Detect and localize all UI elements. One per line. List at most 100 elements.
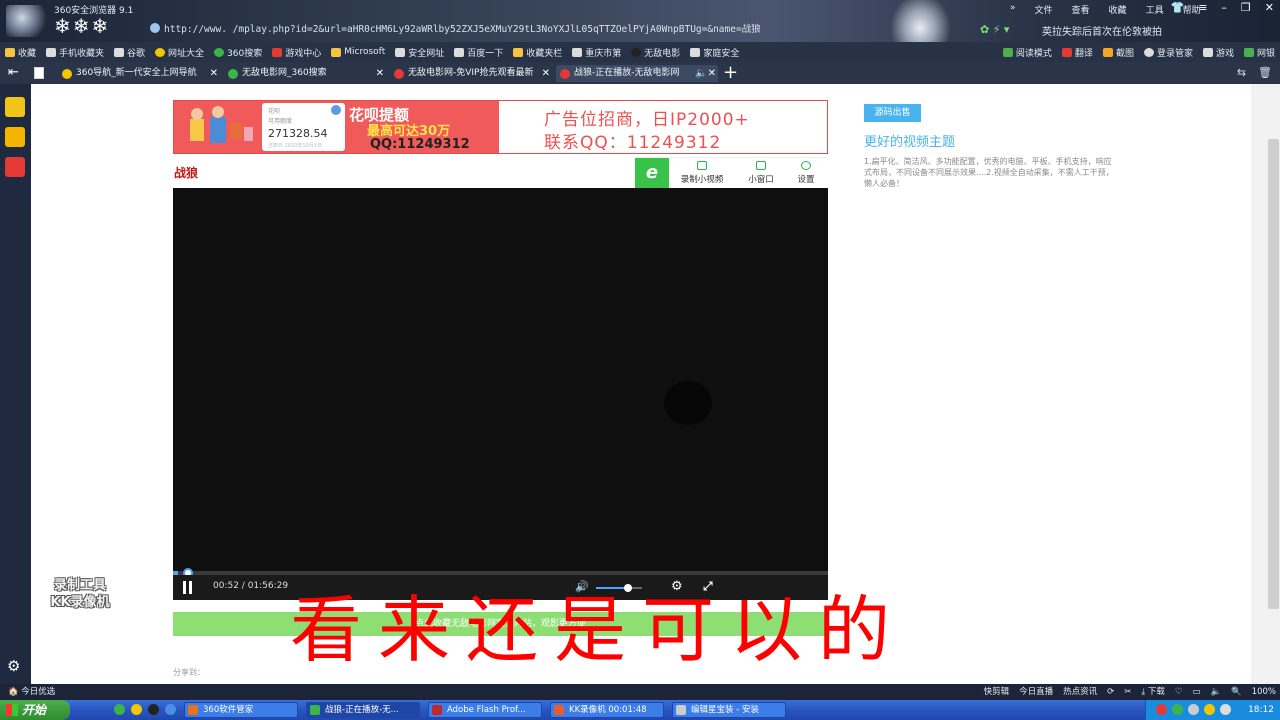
address-bar[interactable]: http://www. /mplay.php?id=2&url=aHR0cHM6… — [150, 22, 870, 38]
refresh-icon[interactable]: ⟳ — [1107, 684, 1114, 700]
screenshot-button[interactable]: 截图 — [1098, 46, 1139, 59]
translate-button[interactable]: 翻译 — [1057, 46, 1098, 59]
side-title[interactable]: 更好的视频主题 — [864, 131, 955, 150]
game-icon — [272, 47, 283, 57]
bookmark-movie[interactable]: 无敌电影 — [626, 46, 685, 59]
quick-edit-button[interactable]: 快剪辑 — [984, 684, 1010, 700]
tray-icon[interactable] — [1188, 704, 1199, 715]
pause-icon[interactable] — [182, 581, 194, 594]
mail-at-icon[interactable] — [5, 157, 25, 177]
page-icon — [572, 47, 583, 57]
menu-favorites[interactable]: 收藏 — [1109, 3, 1127, 16]
window-icon[interactable]: ▭ — [1192, 684, 1200, 700]
player-settings-button[interactable]: 设置 — [790, 161, 822, 185]
tab-zhanlang-playing[interactable]: 战狼-正在播放-无敌电影网 🔈✕ — [556, 65, 718, 82]
quicklaunch-360-icon[interactable] — [114, 704, 125, 715]
tray-icon[interactable] — [1156, 704, 1167, 715]
status-tools: 快剪辑 今日直播 热点资讯 ⟳ ✂ ⤓ 下载 ♡ ▭ 🔈 🔍 100% — [984, 684, 1276, 700]
quicklaunch-qq-icon[interactable] — [148, 704, 159, 715]
menu-file[interactable]: 文件 — [1035, 3, 1053, 16]
movie-site-icon — [560, 69, 570, 79]
today-picks[interactable]: 🏠 今日优选 — [8, 684, 55, 700]
task-browser[interactable]: 战狼-正在播放-无... — [306, 702, 420, 718]
zoom-level[interactable]: 100% — [1252, 684, 1276, 700]
scrollbar-thumb[interactable] — [1268, 139, 1279, 609]
tab-audio-close-icon[interactable]: 🔈✕ — [695, 65, 716, 82]
tab-label: 360导航_新一代安全上网导航 — [76, 68, 197, 78]
news-ticker[interactable]: 英拉失踪后首次在伦敦被拍 — [1042, 23, 1162, 38]
bookmark-favbar[interactable]: 收藏夹栏 — [508, 46, 567, 59]
bookmark-hao[interactable]: 网址大全 — [150, 46, 209, 59]
close-icon[interactable]: ✕ — [1265, 1, 1274, 14]
hot-news-button[interactable]: 热点资讯 — [1063, 684, 1097, 700]
download-button[interactable]: ⤓ 下载 — [1141, 684, 1164, 700]
maximize-icon[interactable]: ❐ — [1241, 1, 1251, 14]
mini-window-button[interactable]: 小窗口 — [739, 161, 783, 185]
list-icon[interactable]: ≡ — [1198, 1, 1207, 14]
reading-mode-button[interactable]: 阅读模式 — [998, 46, 1057, 59]
bookmark-games[interactable]: 游戏中心 — [267, 46, 326, 59]
zoom-search-icon[interactable]: 🔍 — [1231, 684, 1242, 700]
login-manager-button[interactable]: 登录管家 — [1139, 46, 1198, 59]
ebank-button[interactable]: 网银 — [1239, 46, 1280, 59]
task-flash[interactable]: Adobe Flash Prof... — [428, 702, 542, 718]
folder-icon — [331, 47, 342, 57]
bookmark-baidu[interactable]: 百度一下 — [449, 46, 508, 59]
bookmark-family[interactable]: 家庭安全 — [685, 46, 744, 59]
task-360-software[interactable]: 360软件管家 — [184, 702, 298, 718]
minimize-icon[interactable]: – — [1221, 1, 1227, 14]
live-today-button[interactable]: 今日直播 — [1019, 684, 1053, 700]
ad-banner[interactable]: 花呗 可用额度 271328.54 还款日 2020年10月X日 花呗提额 最高… — [173, 100, 828, 154]
tray-icon[interactable] — [1172, 704, 1183, 715]
bookmark-favorites[interactable]: 收藏 — [0, 46, 41, 59]
tab-360-nav[interactable]: 360导航_新一代安全上网导航 ✕ — [58, 65, 220, 82]
new-page-icon[interactable] — [34, 67, 44, 79]
bookmark-microsoft[interactable]: Microsoft — [326, 47, 390, 57]
card-amount: 271328.54 — [268, 127, 328, 140]
task-installer[interactable]: 编辑星宝装 - 安装 — [672, 702, 786, 718]
clock[interactable]: 18:12 — [1248, 700, 1274, 720]
quicklaunch-browser-icon[interactable] — [131, 704, 142, 715]
security-shield-icon[interactable]: ✿ ⚡ ▾ — [980, 23, 1009, 36]
tray-icon[interactable] — [1204, 704, 1215, 715]
tab-tools: ⇆ 🗑 — [1237, 66, 1272, 79]
task-kk-recorder[interactable]: KK录像机 00:01:48 — [550, 702, 664, 718]
bookmark-google[interactable]: 谷歌 — [109, 46, 150, 59]
source-sale-button[interactable]: 源码出售 — [864, 104, 921, 122]
trash-icon[interactable]: 🗑 — [1258, 66, 1272, 79]
share-label: 分享到： — [173, 668, 205, 677]
heart-icon[interactable]: ♡ — [1175, 684, 1183, 700]
tab-movie-home[interactable]: 无敌电影网-免VIP抢先观看最新 ✕ — [390, 65, 552, 82]
user-avatar[interactable] — [6, 5, 46, 37]
record-clip-button[interactable]: 录制小视频 — [675, 161, 729, 185]
start-button[interactable]: 开始 — [0, 700, 70, 720]
page-scrollbar[interactable] — [1251, 84, 1280, 684]
tab-close-icon[interactable]: ✕ — [376, 65, 384, 82]
menu-view[interactable]: 查看 — [1072, 3, 1090, 16]
tray-icon[interactable] — [1220, 704, 1231, 715]
page-icon — [454, 47, 465, 57]
collapse-sidebar-icon[interactable]: ⇤ — [8, 65, 19, 80]
tab-list-icon[interactable]: ⇆ — [1237, 66, 1246, 79]
tv-icon — [756, 161, 766, 170]
quicklaunch-desktop-icon[interactable] — [165, 704, 176, 715]
menu-arrow-icon[interactable]: » — [1010, 3, 1016, 16]
tab-360-search[interactable]: 无敌电影网_360搜索 ✕ — [224, 65, 386, 82]
skin-icon[interactable]: 👕 — [1170, 1, 1184, 14]
tab-close-icon[interactable]: ✕ — [542, 65, 550, 82]
tab-close-icon[interactable]: ✕ — [210, 65, 218, 82]
sidebar-settings-gear-icon[interactable]: ⚙ — [7, 657, 20, 675]
bookmark-chongqing[interactable]: 重庆市第 — [567, 46, 626, 59]
games-button[interactable]: 游戏 — [1198, 46, 1239, 59]
video-player[interactable]: 00:52 / 01:56:29 🔊 ⚙ ⤢ — [173, 188, 828, 600]
bookmark-safe[interactable]: 安全网址 — [390, 46, 449, 59]
favorites-star-icon[interactable] — [5, 97, 25, 117]
bookmark-mobile[interactable]: 手机收藏夹 — [41, 46, 109, 59]
speaker-icon[interactable]: 🔈 — [1211, 684, 1222, 700]
new-tab-icon[interactable]: + — [723, 62, 738, 84]
weibo-icon[interactable] — [5, 127, 25, 147]
cut-icon[interactable]: ✂ — [1124, 684, 1131, 700]
bookmark-360search[interactable]: 360搜索 — [209, 46, 267, 59]
menu-tools[interactable]: 工具 — [1146, 3, 1164, 16]
app-icon — [432, 705, 442, 715]
